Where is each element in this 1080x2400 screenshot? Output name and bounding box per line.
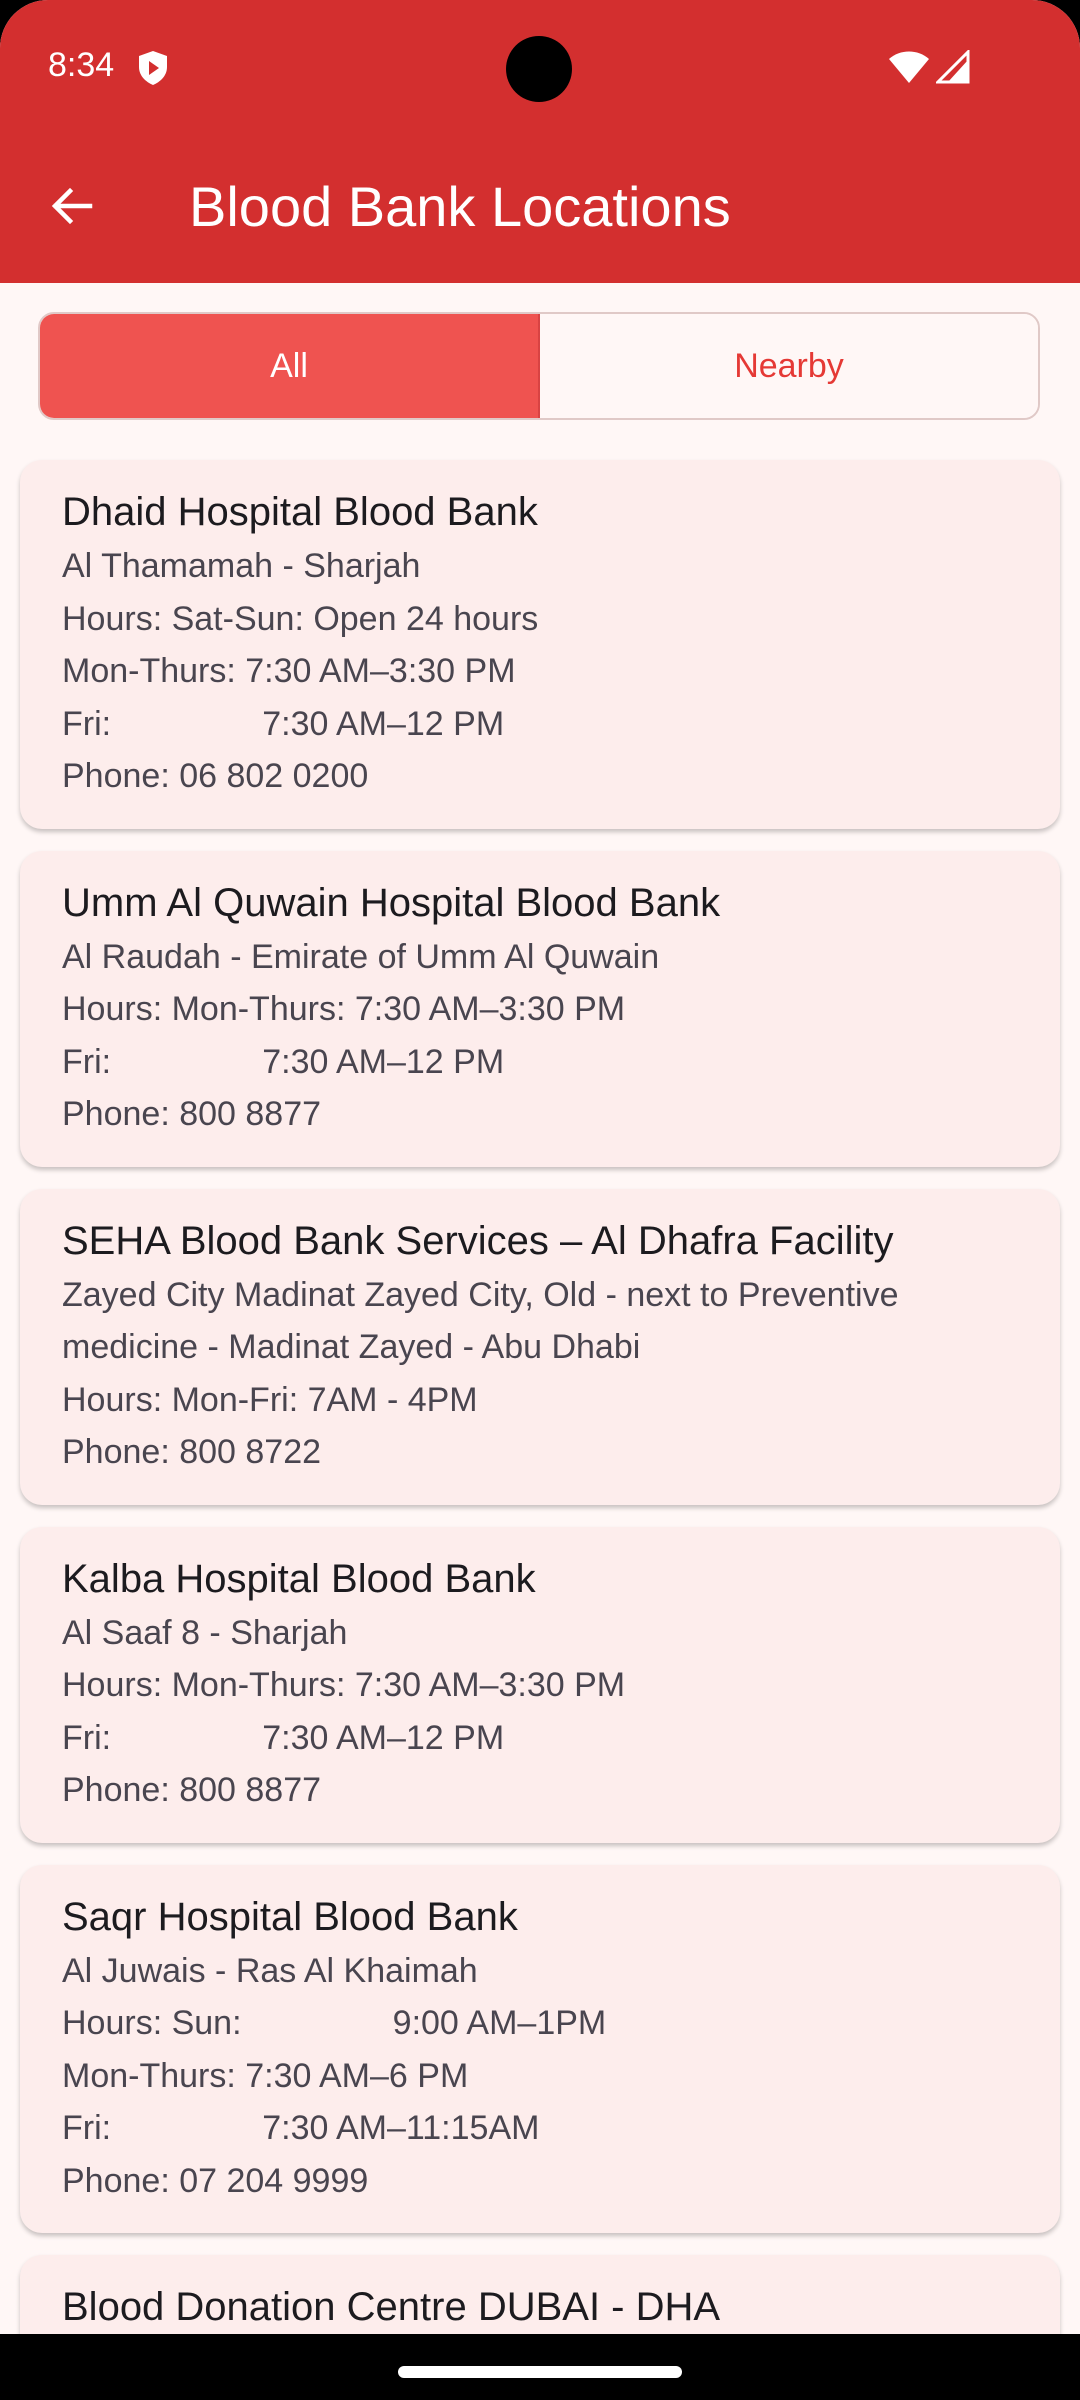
toggle-all-button[interactable]: All	[40, 314, 540, 418]
location-detail-line: Al Saaf 8 - Sharjah	[62, 1613, 348, 1652]
location-detail-line: Fri: 7:30 AM–12 PM	[62, 1042, 505, 1081]
location-name: Dhaid Hospital Blood Bank	[62, 490, 538, 534]
filter-toggle: All Nearby	[38, 312, 1040, 420]
app-bar: 8:34 Blood Bank Locations	[0, 0, 1080, 283]
location-detail-line: Fri: 7:30 AM–11:15AM	[62, 2109, 540, 2147]
location-card[interactable]: Dhaid Hospital Blood Bank Al Thamamah - S…	[20, 460, 1060, 829]
status-time: 8:34	[48, 46, 115, 84]
location-name: SEHA Blood Bank Services – Al Dhafra Fac…	[62, 1218, 894, 1263]
system-nav-bar	[0, 2334, 1080, 2400]
camera-cutout-icon	[506, 36, 572, 102]
location-detail-line: Zayed City Madinat Zayed City, Old - nex…	[62, 1275, 899, 1367]
location-detail-line: Al Raudah - Emirate of Umm Al Quwain	[62, 937, 660, 976]
location-name: Kalba Hospital Blood Bank	[62, 1556, 536, 1601]
signal-icon	[936, 50, 970, 84]
wifi-icon	[889, 51, 929, 83]
location-detail-line: Hours: Sat-Sun: Open 24 hours	[62, 599, 539, 638]
location-name: Saqr Hospital Blood Bank	[62, 1894, 518, 1939]
location-name: Blood Donation Centre DUBAI - DHA	[62, 2285, 721, 2329]
location-detail-line: Phone: 07 204 9999	[62, 2161, 369, 2200]
location-detail-line: Phone: 06 802 0200	[62, 757, 369, 795]
location-card[interactable]: SEHA Blood Bank Services – Al Dhafra Fac…	[20, 1188, 1060, 1505]
location-detail-line: Hours: Sun: 9:00 AM–1PM	[62, 2004, 607, 2042]
location-name: Umm Al Quwain Hospital Blood Bank	[62, 880, 721, 925]
location-detail-line: Hours: Mon-Thurs: 7:30 AM–3:30 PM	[62, 1666, 626, 1704]
back-arrow-icon[interactable]	[46, 180, 98, 232]
toggle-nearby-button[interactable]: Nearby	[540, 314, 1038, 418]
screen: 8:34 Blood Bank Locations All Nearby Dha…	[0, 0, 1080, 2400]
location-detail-line: Phone: 800 8722	[62, 1433, 322, 1471]
page-title: Blood Bank Locations	[189, 175, 731, 238]
location-detail-line: Mon-Thurs: 7:30 AM–3:30 PM	[62, 652, 516, 690]
location-detail-line: Mon-Thurs: 7:30 AM–6 PM	[62, 2056, 469, 2095]
location-detail-line: Phone: 800 8877	[62, 1771, 322, 1809]
location-detail-line: Hours: Mon-Thurs: 7:30 AM–3:30 PM	[62, 990, 626, 1028]
location-detail-line: Al Juwais - Ras Al Khaimah	[62, 1951, 478, 1990]
location-detail-line: Phone: 800 8877	[62, 1095, 322, 1133]
location-detail-line: Fri: 7:30 AM–12 PM	[62, 1718, 505, 1757]
location-detail-line: Al Thamamah - Sharjah	[62, 547, 421, 585]
location-detail-line: Hours: Mon-Fri: 7AM - 4PM	[62, 1380, 478, 1419]
location-detail-line: Fri: 7:30 AM–12 PM	[62, 704, 505, 743]
shield-icon	[139, 51, 167, 85]
location-card[interactable]: Umm Al Quwain Hospital Blood Bank Al Raud…	[20, 850, 1060, 1167]
location-card[interactable]: Kalba Hospital Blood Bank Al Saaf 8 - Sha…	[20, 1526, 1060, 1843]
location-card[interactable]: Saqr Hospital Blood Bank Al Juwais - Ras …	[20, 1864, 1060, 2233]
location-list: Dhaid Hospital Blood Bank Al Thamamah - S…	[20, 460, 1060, 2383]
home-indicator[interactable]	[398, 2366, 682, 2378]
